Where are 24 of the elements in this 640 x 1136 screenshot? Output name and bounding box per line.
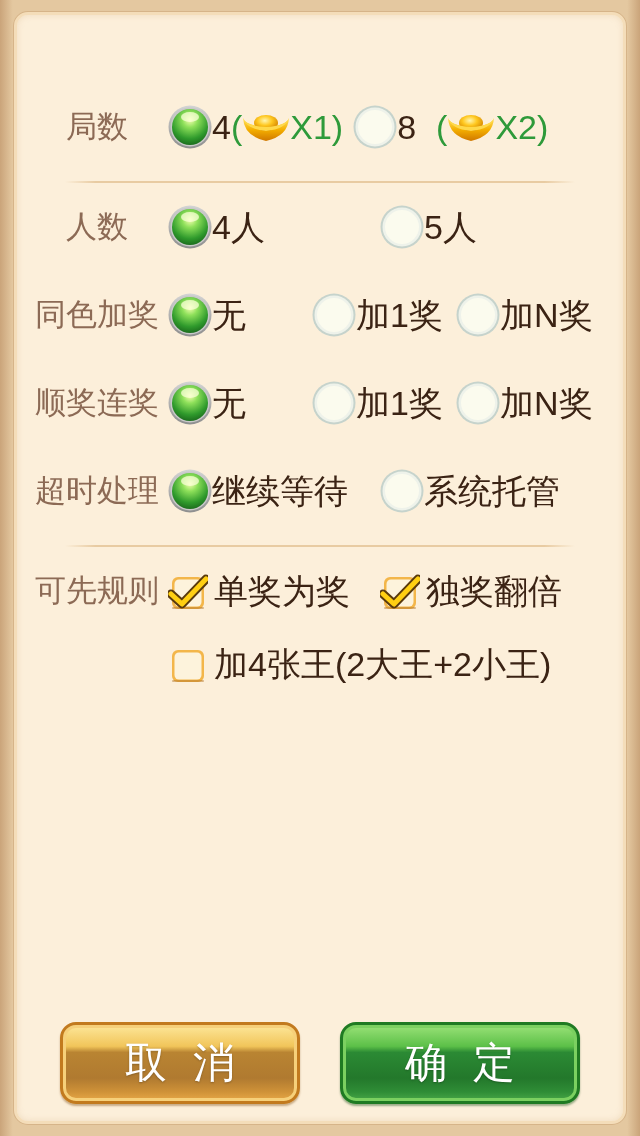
radio-option[interactable]: 继续等待 — [168, 469, 348, 513]
radio-option[interactable]: 5人 — [380, 205, 477, 249]
confirm-button[interactable]: 确定 — [340, 1022, 580, 1104]
setting-label: 可先规则 — [34, 572, 160, 610]
radio-option[interactable]: 系统托管 — [380, 469, 560, 513]
setting-label: 同色加奖 — [34, 296, 160, 334]
checkbox-option[interactable]: 加4张王(2大王+2小王) — [168, 642, 552, 686]
checkbox-option[interactable]: 单奖为奖 — [168, 569, 350, 613]
setting-label: 人数 — [65, 208, 129, 246]
checkbox-option[interactable]: 独奖翻倍 — [380, 569, 562, 613]
setting-label: 局数 — [65, 108, 129, 146]
radio-option[interactable]: 加1奖 — [312, 381, 443, 425]
radio-option[interactable]: 8 ( X2) — [353, 105, 549, 149]
radio-option[interactable]: 无 — [168, 381, 246, 425]
ingot-icon — [242, 112, 291, 142]
radio-option[interactable]: 4人 — [168, 205, 265, 249]
radio-option[interactable]: 无 — [168, 293, 246, 337]
radio-option[interactable]: 4( X1) — [168, 105, 344, 149]
setting-label: 顺奖连奖 — [34, 384, 160, 422]
radio-option[interactable]: 加N奖 — [456, 293, 593, 337]
setting-label: 超时处理 — [34, 472, 160, 510]
radio-option[interactable]: 加1奖 — [312, 293, 443, 337]
ingot-icon — [447, 112, 496, 142]
radio-option[interactable]: 加N奖 — [456, 381, 593, 425]
